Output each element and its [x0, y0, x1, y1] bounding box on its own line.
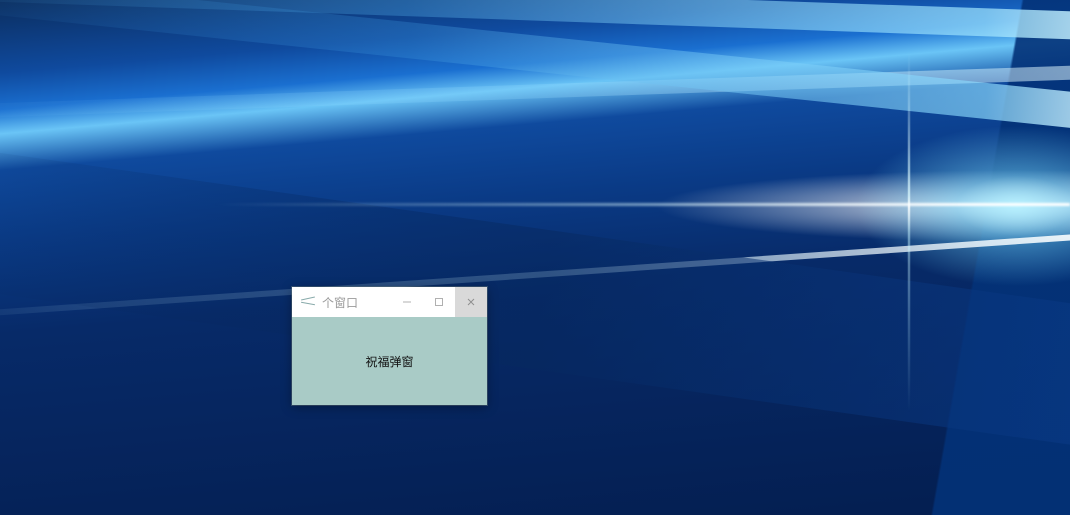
maximize-icon	[434, 297, 444, 307]
decorative-beam	[0, 141, 1070, 458]
minimize-icon	[402, 297, 412, 307]
popup-window[interactable]: 个窗口 祝福弹窗	[292, 287, 487, 405]
decorative-beam	[0, 0, 1070, 43]
desktop-wallpaper[interactable]: 个窗口 祝福弹窗	[0, 0, 1070, 515]
close-icon	[466, 297, 476, 307]
window-title: 个窗口	[322, 294, 358, 311]
window-client-area: 祝福弹窗	[292, 317, 487, 405]
app-icon	[300, 294, 316, 310]
decorative-beam	[0, 62, 1070, 121]
blessing-popup-button[interactable]: 祝福弹窗	[359, 349, 419, 374]
decorative-edge	[908, 0, 910, 515]
window-controls	[391, 287, 487, 317]
close-button[interactable]	[455, 287, 487, 317]
decorative-beam	[0, 227, 1070, 323]
maximize-button[interactable]	[423, 287, 455, 317]
minimize-button[interactable]	[391, 287, 423, 317]
window-titlebar[interactable]: 个窗口	[292, 287, 487, 317]
decorative-glow	[0, 203, 1070, 206]
decorative-beam	[0, 0, 1070, 139]
